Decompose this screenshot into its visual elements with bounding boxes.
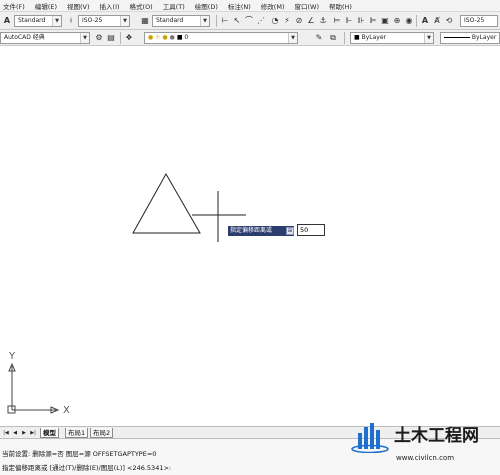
tab-layout2[interactable]: 布局2 [90,428,114,438]
menu-draw[interactable]: 绘图(D) [192,1,225,11]
table-style-select[interactable]: Standard ▼ [152,15,210,27]
toolbar-separator [120,32,121,44]
layer-color-icon: ■ [176,34,183,41]
menu-modify[interactable]: 修改(M) [258,1,292,11]
freeze-icon: ● [162,34,168,41]
linetype-value: ByLayer [471,34,497,41]
menu-window[interactable]: 窗口(W) [291,1,326,11]
menu-help[interactable]: 帮助(H) [326,1,359,11]
toolbar-separator [216,15,217,27]
tab-prev-button[interactable]: ◀ [11,429,19,437]
menu-file[interactable]: 文件(F) [0,1,32,11]
tolerance-icon[interactable]: ▣ [380,16,390,26]
tab-last-button[interactable]: ▶| [29,429,37,437]
color-select[interactable]: ■ ByLayer ▼ [350,32,434,44]
chevron-down-icon[interactable]: ▼ [80,33,89,43]
chevron-down-icon[interactable]: ▼ [120,16,129,26]
layers-toolbar: AutoCAD 经典 ▼ ⚙ ▤ ❖ ● ☼ ● ● ■ 0 ▼ ✎ ⧉ ■ B… [0,30,500,46]
watermark-url: www.civilcn.com [396,454,455,462]
dynamic-input-prompt: 指定偏移距离或 [228,226,294,236]
jogged-dim-icon[interactable]: ⚡ [282,16,292,26]
light-bulb-icon: ● [148,34,154,41]
dim-text-edit-icon[interactable]: Ⱥ [432,16,442,26]
sun-icon: ☼ [155,34,161,41]
make-current-icon[interactable]: ✎ [314,33,324,43]
chevron-down-icon[interactable]: ▼ [288,33,297,43]
layer-select[interactable]: ● ☼ ● ● ■ 0 ▼ [144,32,298,44]
ordinate-dim-icon[interactable]: ⋰ [256,16,266,26]
dim-style-select[interactable]: ISO-25 ▼ [78,15,130,27]
arc-length-icon[interactable]: ⌒ [244,16,254,26]
linetype-select[interactable]: ByLayer [440,32,500,44]
dim-style-icon[interactable]: ⟊ [66,16,76,26]
right-dim-style-value: ISO-25 [464,17,485,24]
lock-icon: ● [169,34,175,41]
text-style-select[interactable]: Standard ▼ [14,15,62,27]
quick-dim-icon[interactable]: ⚓ [318,16,328,26]
center-mark-icon[interactable]: ⊕ [392,16,402,26]
diameter-dim-icon[interactable]: ⊘ [294,16,304,26]
dim-break-icon[interactable]: ⊫ [368,16,378,26]
right-dim-style-select[interactable]: ISO-25 [460,15,498,27]
layer-manager-icon[interactable]: ▤ [106,33,116,43]
linear-dim-icon[interactable]: ⊢ [220,16,230,26]
offset-distance-input[interactable]: 50 [297,224,325,236]
menu-edit[interactable]: 编辑(E) [32,1,64,11]
styles-toolbar: A Standard ▼ ⟊ ISO-25 ▼ ▦ Standard ▼ ⊢ ↖… [0,12,500,30]
toolbar-separator [344,32,345,44]
chevron-down-icon[interactable]: ▼ [52,16,61,26]
dim-edit-icon[interactable]: A [420,16,430,26]
workspace-value: AutoCAD 经典 [4,34,45,41]
ucs-y-label: Y [9,351,16,362]
chevron-down-icon[interactable]: ▼ [424,33,433,43]
menu-view[interactable]: 视图(V) [64,1,97,11]
angular-dim-icon[interactable]: ∠ [306,16,316,26]
watermark-logo: 土木工程网 [350,418,500,454]
command-prompt-line[interactable]: 指定偏移距离或 [通过(T)/删除(E)/图层(L)] <246.5341>: [2,462,171,472]
color-value: ByLayer [361,34,386,41]
dim-update-icon[interactable]: ⟲ [444,16,454,26]
text-style-icon[interactable]: A [2,16,12,26]
drawing-canvas[interactable] [0,46,500,426]
inspect-icon[interactable]: ◉ [404,16,414,26]
toolbar-separator [416,15,417,27]
radius-dim-icon[interactable]: ◔ [270,16,280,26]
chevron-down-icon[interactable]: ▼ [200,16,209,26]
watermark-title: 土木工程网 [394,426,479,446]
layer-states-icon[interactable]: ❖ [124,33,134,43]
dim-space-icon[interactable]: ⊪ [356,16,366,26]
workspace-settings-icon[interactable]: ⚙ [94,33,104,43]
drawing-area[interactable]: 指定偏移距离或 ⊞ 50 Y X [0,46,500,426]
tab-next-button[interactable]: ▶ [20,429,28,437]
menu-dimension[interactable]: 标注(N) [225,1,258,11]
ucs-icon [7,362,60,414]
table-style-icon[interactable]: ▦ [140,16,150,26]
linetype-preview-icon [444,37,470,38]
table-style-value: Standard [156,17,184,24]
current-layer-value: 0 [184,34,189,41]
tab-first-button[interactable]: |◀ [2,429,10,437]
color-swatch-icon: ■ [354,34,360,41]
aligned-dim-icon[interactable]: ↖ [232,16,242,26]
triangle-shape[interactable] [132,172,201,234]
tab-model[interactable]: 模型 [40,428,59,438]
menu-insert[interactable]: 插入(I) [97,1,127,11]
dynamic-input-options-button[interactable]: ⊞ [286,227,294,235]
ucs-x-label: X [63,405,70,416]
watermark-icon [351,423,389,453]
command-history-line: 当前设置: 删除源=否 图层=源 OFFSETGAPTYPE=0 [2,450,157,458]
menu-format[interactable]: 格式(O) [127,1,160,11]
menu-bar: 文件(F) 编辑(E) 视图(V) 插入(I) 格式(O) 工具(T) 绘图(D… [0,0,500,12]
baseline-dim-icon[interactable]: ⊨ [332,16,342,26]
text-style-value: Standard [18,17,46,24]
layer-previous-icon[interactable]: ⧉ [328,33,338,43]
continue-dim-icon[interactable]: ⊩ [344,16,354,26]
tab-layout1[interactable]: 布局1 [65,428,89,438]
menu-tools[interactable]: 工具(T) [160,1,192,11]
workspace-select[interactable]: AutoCAD 经典 ▼ [0,32,90,44]
dim-style-value: ISO-25 [82,17,103,24]
